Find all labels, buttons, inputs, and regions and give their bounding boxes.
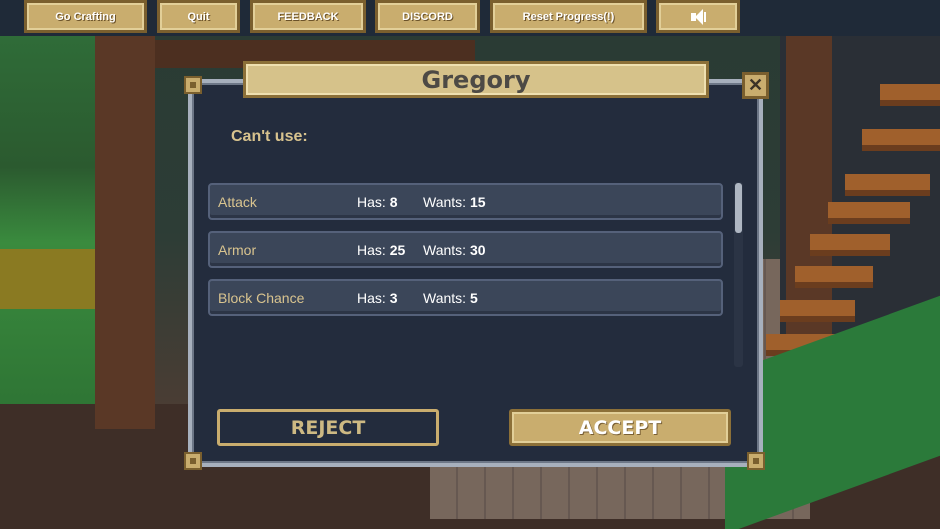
close-icon: ✕ [747,75,764,95]
go-crafting-button[interactable]: Go Crafting [24,0,147,33]
feedback-button[interactable]: FEEDBACK [250,0,366,33]
cant-use-heading: Can't use: [231,128,308,145]
reject-button[interactable]: REJECT [217,409,439,446]
corner-ornament [184,452,202,470]
wants-value: Wants: 30 [423,242,486,258]
stat-name: Attack [218,194,257,210]
sound-toggle-button[interactable] [656,0,740,33]
scrollbar-thumb[interactable] [735,183,742,233]
stair-step [828,202,910,224]
stair-step [795,266,873,288]
wants-value: Wants: 15 [423,194,486,210]
wooden-pillar-left [95,34,155,429]
discord-button[interactable]: DISCORD [375,0,480,33]
has-value: Has: 25 [357,242,406,258]
top-bar: Go Crafting Quit FEEDBACK DISCORD Reset … [0,0,940,36]
corner-ornament [184,76,202,94]
has-value: Has: 3 [357,290,398,306]
sand-patch [0,249,100,309]
stair-step [845,174,930,196]
requirements-list: Attack Has: 8 Wants: 15 Armor Has: 25 Wa… [208,183,723,327]
dialog-title: Gregory [243,61,709,98]
quit-button[interactable]: Quit [157,0,240,33]
stair-step [880,84,940,106]
stat-name: Armor [218,242,257,258]
accept-button[interactable]: ACCEPT [509,409,731,446]
wants-value: Wants: 5 [423,290,478,306]
speaker-icon [689,8,707,25]
has-value: Has: 8 [357,194,398,210]
stair-step [810,234,890,256]
list-item: Armor Has: 25 Wants: 30 [208,231,723,268]
close-button[interactable]: ✕ [742,72,769,99]
stair-step [780,300,855,322]
corner-ornament [747,452,765,470]
reset-progress-button[interactable]: Reset Progress(!) [490,0,647,33]
stat-name: Block Chance [218,290,305,306]
stair-step [862,129,940,151]
list-item: Block Chance Has: 3 Wants: 5 [208,279,723,316]
list-item: Attack Has: 8 Wants: 15 [208,183,723,220]
